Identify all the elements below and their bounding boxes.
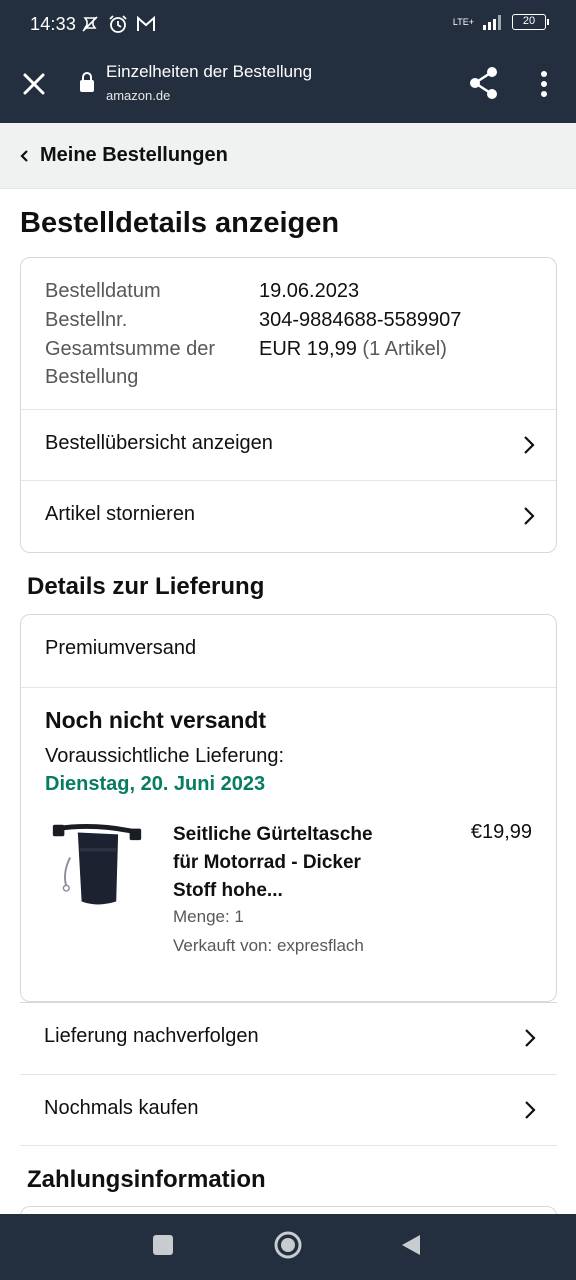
order-date-value: 19.06.2023 (259, 280, 360, 302)
track-package-label: Lieferung nachverfolgen (44, 1025, 259, 1047)
share-icon[interactable] (468, 66, 500, 100)
product-title-line2: für Motorrad - Dicker (173, 852, 361, 873)
status-icons-left (80, 14, 156, 34)
breadcrumb[interactable]: Meine Bestellungen (0, 123, 576, 189)
delivery-divider (21, 687, 556, 688)
track-package-row[interactable]: Lieferung nachverfolgen (20, 1002, 557, 1074)
battery-level: 20 (522, 15, 536, 27)
cancel-items-row[interactable]: Artikel stornieren (21, 480, 556, 552)
delivery-heading: Details zur Lieferung (27, 573, 265, 600)
close-icon[interactable] (20, 70, 48, 98)
network-type: LTE+ (452, 16, 474, 27)
order-total-label-line2: Bestellung (45, 366, 139, 388)
page-url[interactable]: amazon.de (106, 88, 170, 103)
status-icons-right: LTE+ 20 (452, 14, 549, 30)
status-bar: 14:33 LTE+ 20 (0, 0, 576, 50)
product-title[interactable]: Seitliche Gürteltasche für Motorrad - Di… (173, 821, 373, 905)
buy-again-row[interactable]: Nochmals kaufen (20, 1074, 557, 1146)
home-icon[interactable] (273, 1230, 303, 1260)
chevron-right-icon (524, 436, 535, 454)
chevron-right-icon (525, 1029, 536, 1047)
recent-apps-icon[interactable] (152, 1234, 174, 1256)
breadcrumb-label[interactable]: Meine Bestellungen (40, 144, 228, 167)
delivery-card: Premiumversand Noch nicht versandt Vorau… (20, 614, 557, 1002)
alarm-icon (109, 15, 127, 33)
gmail-icon (137, 15, 155, 31)
chevron-left-icon (20, 150, 28, 162)
order-summary-card: Bestelldatum 19.06.2023 Bestellnr. 304-9… (20, 257, 557, 553)
expected-delivery-label: Voraussichtliche Lieferung: (45, 745, 285, 767)
chevron-right-icon (525, 1101, 536, 1119)
payment-heading: Zahlungsinformation (27, 1166, 266, 1193)
chevron-right-icon (524, 507, 535, 525)
shipment-status: Noch nicht versandt (45, 707, 267, 733)
status-time: 14:33 (30, 14, 77, 34)
order-date-label: Bestelldatum (45, 280, 161, 302)
order-total-label-line1: Gesamtsumme der (45, 338, 216, 360)
page-title-bar: Einzelheiten der Bestellung (106, 62, 313, 81)
expected-delivery-date: Dienstag, 20. Juni 2023 (45, 773, 266, 795)
view-order-summary-row[interactable]: Bestellübersicht anzeigen (21, 409, 556, 481)
lock-icon (80, 72, 94, 92)
product-seller: Verkauft von: expresflach (173, 936, 364, 955)
view-order-summary-label: Bestellübersicht anzeigen (45, 432, 273, 454)
battery-icon: 20 (512, 14, 549, 30)
product-price: €19,99 (470, 821, 532, 843)
shipping-method: Premiumversand (45, 637, 197, 659)
cancel-items-label: Artikel stornieren (45, 503, 196, 525)
back-icon[interactable] (400, 1233, 422, 1257)
product-image[interactable] (47, 819, 147, 915)
order-number-label: Bestellnr. (45, 309, 128, 331)
order-number-value: 304-9884688-5589907 (259, 309, 462, 331)
buy-again-label: Nochmals kaufen (44, 1097, 199, 1119)
order-total-value-wrap: EUR 19,99 (1 Artikel) (259, 338, 447, 361)
browser-toolbar: Einzelheiten der Bestellung amazon.de (0, 50, 576, 123)
order-total-value: EUR 19,99 (259, 338, 357, 360)
signal-icon (483, 15, 501, 30)
system-nav-bar (0, 1214, 576, 1280)
mute-icon (82, 16, 98, 32)
product-title-line3: Stoff hohe... (173, 880, 283, 901)
page-heading: Bestelldetails anzeigen (20, 207, 340, 239)
product-quantity: Menge: 1 (173, 907, 244, 926)
order-total-items: (1 Artikel) (362, 338, 447, 360)
product-title-line1: Seitliche Gürteltasche (173, 824, 373, 845)
more-options-icon[interactable] (534, 68, 554, 100)
